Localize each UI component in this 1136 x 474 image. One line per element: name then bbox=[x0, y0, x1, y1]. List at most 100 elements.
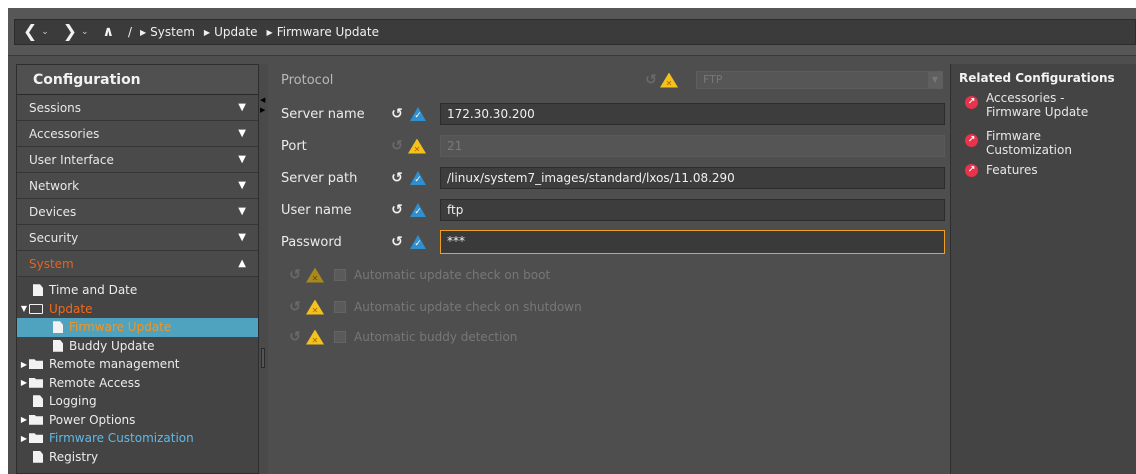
related-link-label: Accessories - Firmware Update bbox=[986, 91, 1088, 119]
user-name-label: User name bbox=[281, 202, 352, 218]
category-system[interactable]: System ▲ bbox=[17, 251, 258, 277]
checkbox-row-buddy: ↺ ✕ Automatic buddy detection bbox=[286, 325, 517, 349]
buddy-detection-label: Automatic buddy detection bbox=[354, 330, 518, 344]
folder-icon bbox=[29, 433, 43, 444]
category-label: Security bbox=[29, 230, 79, 245]
server-path-row: Server path ↺ ✓ /linux/system7_images/st… bbox=[268, 166, 948, 190]
tree-label: Time and Date bbox=[49, 283, 138, 298]
tree-label: Logging bbox=[49, 394, 97, 409]
category-user-interface[interactable]: User Interface ▼ bbox=[17, 147, 258, 173]
protocol-select[interactable]: FTP ▼ bbox=[696, 71, 943, 89]
related-link-line: Accessories - bbox=[986, 91, 1065, 105]
user-name-field[interactable]: ftp bbox=[440, 199, 945, 221]
category-label: Devices bbox=[29, 204, 77, 219]
tree-item-firmware-customization[interactable]: ▶ Firmware Customization bbox=[17, 429, 258, 448]
reset-icon: ↺ bbox=[289, 299, 301, 315]
file-icon bbox=[53, 339, 63, 352]
category-sessions[interactable]: Sessions ▼ bbox=[17, 95, 258, 121]
up-button[interactable]: ∧ bbox=[103, 25, 114, 39]
update-on-shutdown-checkbox[interactable] bbox=[334, 301, 346, 313]
related-link-label: Firmware Customization bbox=[986, 129, 1072, 157]
back-button[interactable]: ❮ ⌄ bbox=[23, 23, 49, 41]
file-icon bbox=[33, 284, 43, 297]
protocol-value: FTP bbox=[703, 73, 723, 86]
reset-icon[interactable]: ↺ bbox=[388, 202, 406, 218]
breadcrumb-item[interactable]: ▶ Firmware Update bbox=[267, 25, 379, 39]
reset-icon[interactable]: ↺ bbox=[388, 106, 406, 122]
user-name-row: User name ↺ ✓ ftp bbox=[268, 198, 948, 222]
port-icons: ↺ ✕ bbox=[388, 138, 426, 154]
protocol-label: Protocol bbox=[281, 72, 334, 88]
category-security[interactable]: Security ▼ bbox=[17, 225, 258, 251]
tree-item-power-options[interactable]: ▶ Power Options bbox=[17, 411, 258, 430]
tree-item-buddy-update[interactable]: Buddy Update bbox=[17, 337, 258, 356]
reset-icon[interactable]: ↺ bbox=[388, 170, 406, 186]
triangle-down-icon: ▼ bbox=[238, 180, 246, 191]
panel-splitter[interactable]: ◀ ▶ bbox=[259, 64, 268, 474]
tree-item-update[interactable]: ▼ Update bbox=[17, 300, 258, 319]
port-field[interactable]: 21 bbox=[440, 135, 945, 157]
warning-icon: ✕ bbox=[306, 329, 324, 345]
server-name-label: Server name bbox=[281, 106, 365, 122]
tree-label: Buddy Update bbox=[69, 338, 155, 353]
splitter-grip[interactable] bbox=[261, 348, 265, 368]
chevron-down-icon: ▼ bbox=[928, 72, 942, 88]
update-on-boot-label: Automatic update check on boot bbox=[354, 268, 551, 282]
reset-icon: ↺ bbox=[289, 329, 301, 345]
update-on-boot-checkbox[interactable] bbox=[334, 269, 346, 281]
tree-item-time-and-date[interactable]: Time and Date bbox=[17, 281, 258, 300]
category-network[interactable]: Network ▼ bbox=[17, 173, 258, 199]
tree-item-remote-access[interactable]: ▶ Remote Access bbox=[17, 374, 258, 393]
category-label: System bbox=[29, 256, 74, 271]
server-path-field[interactable]: /linux/system7_images/standard/lxos/11.0… bbox=[440, 167, 945, 189]
chevron-down-icon: ⌄ bbox=[81, 27, 89, 37]
tree-item-remote-management[interactable]: ▶ Remote management bbox=[17, 355, 258, 374]
reset-icon: ↺ bbox=[289, 267, 301, 283]
expand-right-icon[interactable]: ▶ bbox=[260, 106, 265, 114]
breadcrumb-label: Firmware Update bbox=[276, 25, 379, 39]
checkbox-row-boot: ↺ ✕ Automatic update check on boot bbox=[286, 263, 550, 287]
triangle-right-icon: ▶ bbox=[20, 378, 28, 388]
category-accessories[interactable]: Accessories ▼ bbox=[17, 121, 258, 147]
category-label: Sessions bbox=[29, 100, 82, 115]
password-row: Password ↺ ✓ *** bbox=[268, 230, 948, 254]
check-icon: ✓ bbox=[410, 107, 426, 121]
external-link-icon: ↗ bbox=[965, 164, 978, 177]
category-label: Accessories bbox=[29, 126, 100, 141]
warning-icon: ✕ bbox=[408, 138, 426, 154]
collapse-left-icon[interactable]: ◀ bbox=[260, 96, 265, 104]
tree-item-logging[interactable]: Logging bbox=[17, 392, 258, 411]
password-field[interactable]: *** bbox=[440, 230, 945, 254]
related-link-line: Firmware Update bbox=[986, 105, 1089, 119]
configuration-title: Configuration bbox=[17, 65, 258, 95]
triangle-down-icon: ▼ bbox=[20, 304, 28, 314]
breadcrumb-item[interactable]: ▶ System bbox=[140, 25, 195, 39]
folder-icon bbox=[29, 414, 43, 425]
related-link-firmware-customization[interactable]: ↗ Firmware Customization bbox=[951, 129, 1136, 157]
breadcrumb-item[interactable]: ▶ Update bbox=[204, 25, 258, 39]
triangle-right-icon: ▶ bbox=[140, 27, 147, 37]
tree-item-firmware-update[interactable]: Firmware Update bbox=[17, 318, 258, 337]
related-link-accessories-firmware-update[interactable]: ↗ Accessories - Firmware Update bbox=[951, 91, 1136, 119]
server-path-icons: ↺ ✓ bbox=[388, 170, 426, 186]
tree-item-registry[interactable]: Registry bbox=[17, 448, 258, 467]
server-name-field[interactable]: 172.30.30.200 bbox=[440, 103, 945, 125]
breadcrumb-root[interactable]: / bbox=[128, 25, 132, 39]
server-path-label: Server path bbox=[281, 170, 358, 186]
breadcrumb-label: Update bbox=[214, 25, 258, 39]
related-link-features[interactable]: ↗ Features bbox=[951, 163, 1136, 177]
buddy-detection-checkbox[interactable] bbox=[334, 331, 346, 343]
forward-button[interactable]: ❯ ⌄ bbox=[62, 21, 89, 42]
related-link-line: Firmware bbox=[986, 129, 1041, 143]
chevron-right-icon: ❯ bbox=[62, 21, 78, 42]
reset-icon[interactable]: ↺ bbox=[388, 234, 406, 250]
settings-form: Protocol ↺ ✕ FTP ▼ Server name ↺ ✓ 172.3… bbox=[268, 64, 948, 474]
related-link-label: Features bbox=[986, 163, 1038, 177]
category-label: User Interface bbox=[29, 152, 114, 167]
category-devices[interactable]: Devices ▼ bbox=[17, 199, 258, 225]
related-configurations-title: Related Configurations bbox=[959, 71, 1115, 85]
user-name-icons: ↺ ✓ bbox=[388, 202, 426, 218]
tree-label: Registry bbox=[49, 449, 99, 464]
category-label: Network bbox=[29, 178, 80, 193]
folder-open-icon bbox=[29, 303, 43, 314]
